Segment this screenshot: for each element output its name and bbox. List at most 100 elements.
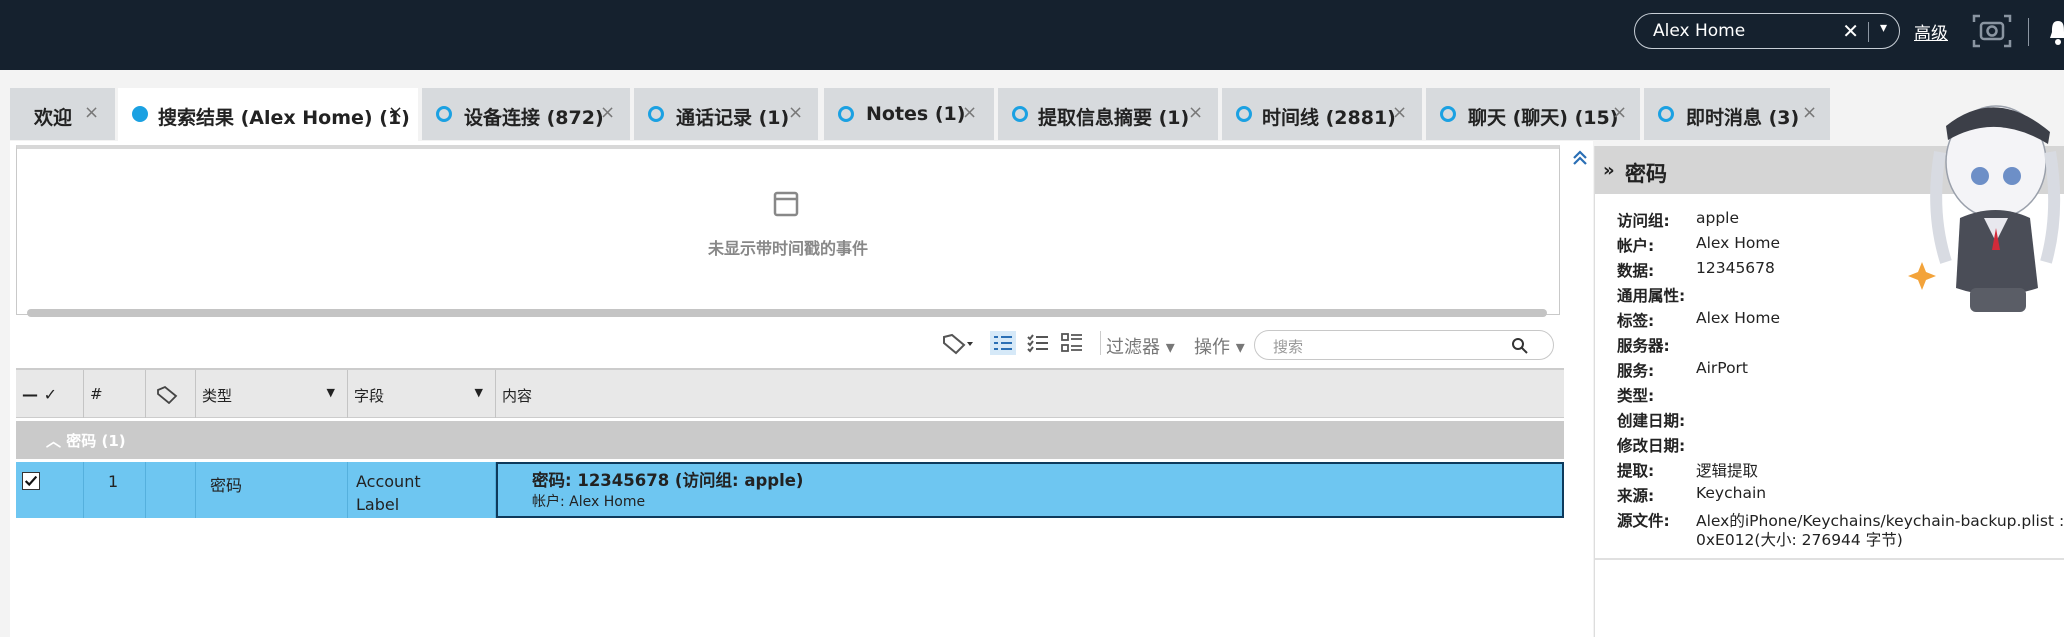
source-file-offset: 0xE012(大小: 276944 字节) — [1696, 531, 1903, 549]
tab-close-icon[interactable]: × — [1612, 102, 1627, 123]
timeline-empty-message: 未显示带时间戳的事件 — [707, 239, 868, 258]
grid-header: — ✓ # 类型 ▼ 字段 ▼ 内容 — [16, 368, 1564, 418]
tab-label: 设备连接 (872) — [464, 107, 604, 129]
row-field-cell: Account Label — [348, 462, 496, 518]
table-row[interactable]: 1 密码 Account Label 密码: 12345678 (访问组: ap… — [16, 462, 1564, 518]
search-divider — [1868, 22, 1869, 42]
column-type[interactable]: 类型 ▼ — [196, 370, 348, 418]
clear-search-icon[interactable]: ✕ — [1842, 19, 1859, 43]
row-type-cell: 密码 — [196, 462, 348, 518]
detail-view-icon[interactable] — [1060, 331, 1084, 355]
details-title: 密码 — [1625, 162, 1667, 186]
detail-key: 源文件: — [1617, 512, 1670, 530]
tab-welcome[interactable]: 欢迎 × — [10, 88, 115, 140]
tab-label: 搜索结果 (Alex Home) (1) — [158, 107, 410, 129]
timeline-scrollbar[interactable] — [27, 309, 1547, 317]
top-bar: Alex Home ✕ ▾ 高级 — [0, 0, 2064, 70]
detail-key: 数据: — [1617, 262, 1655, 280]
column-number-label: # — [90, 385, 103, 403]
row-tag-cell — [146, 462, 196, 518]
collapse-timeline-icon[interactable] — [1571, 149, 1589, 167]
detail-key: 通用属性: — [1617, 287, 1686, 305]
detail-key: 提取: — [1617, 462, 1655, 480]
global-search-value[interactable]: Alex Home — [1653, 21, 1745, 41]
tab-label: 通话记录 (1) — [676, 107, 790, 129]
search-dropdown-icon[interactable]: ▾ — [1880, 20, 1887, 36]
tab-status-dot-icon — [1440, 106, 1456, 122]
global-search-field[interactable]: Alex Home ✕ ▾ — [1634, 13, 1900, 49]
expand-details-icon[interactable]: » — [1603, 160, 1615, 181]
list-view-icon[interactable] — [990, 331, 1016, 355]
column-field[interactable]: 字段 ▼ — [348, 370, 496, 418]
tag-filter-icon[interactable] — [940, 331, 976, 355]
tab-label: 聊天 (聊天) (15) — [1468, 107, 1619, 129]
tab-timeline[interactable]: 时间线 (2881) × — [1222, 88, 1422, 140]
tab-close-icon[interactable]: × — [84, 102, 99, 123]
detail-key: 创建日期: — [1617, 412, 1686, 430]
column-tag[interactable] — [146, 370, 196, 418]
column-content-label: 内容 — [502, 387, 533, 405]
detail-value: Alex Home — [1696, 309, 1781, 327]
tab-search-results[interactable]: 搜索结果 (Alex Home) (1) × — [118, 88, 418, 142]
group-label: ︿ 密码 (1) — [46, 430, 126, 451]
row-content-title: 密码: 12345678 (访问组: apple) — [532, 471, 804, 490]
tab-device-connections[interactable]: 设备连接 (872) × — [422, 88, 630, 140]
tab-label: 提取信息摘要 (1) — [1038, 107, 1190, 129]
details-divider — [1595, 558, 2064, 560]
tab-status-dot-icon — [838, 106, 854, 122]
tab-strip: 欢迎 × 搜索结果 (Alex Home) (1) × 设备连接 (872) ×… — [0, 88, 2064, 142]
toolbar-divider — [1100, 331, 1101, 355]
row-type: 密码 — [210, 476, 243, 495]
column-field-dropdown-icon[interactable]: ▼ — [475, 386, 483, 399]
row-content-cell[interactable]: 密码: 12345678 (访问组: apple) 帐户: Alex Home — [496, 462, 1564, 518]
group-header-password[interactable]: ︿ 密码 (1) — [16, 421, 1564, 459]
row-number-cell: 1 — [84, 462, 146, 518]
tab-label: 时间线 (2881) — [1262, 107, 1396, 129]
column-number[interactable]: # — [84, 370, 146, 418]
tab-notes[interactable]: Notes (1) × — [824, 88, 994, 140]
detail-value: Alex Home — [1696, 234, 1781, 252]
tab-close-icon[interactable]: × — [788, 102, 803, 123]
detail-key: 帐户: — [1617, 237, 1655, 255]
tab-chat[interactable]: 聊天 (聊天) (15) × — [1426, 88, 1640, 140]
screenshot-camera-icon[interactable] — [1972, 14, 2012, 48]
actions-menu-button[interactable]: 操作 ▾ — [1194, 333, 1245, 359]
tab-status-dot-icon — [436, 106, 452, 122]
tab-call-log[interactable]: 通话记录 (1) × — [634, 88, 818, 140]
tab-status-dot-icon — [132, 106, 148, 122]
detail-key: 标签: — [1617, 312, 1655, 330]
detail-key: 服务器: — [1617, 337, 1670, 355]
column-content[interactable]: 内容 — [496, 370, 1564, 418]
tab-status-dot-icon — [1236, 106, 1252, 122]
notification-bell-icon[interactable] — [2048, 18, 2064, 46]
select-all-column[interactable]: — ✓ — [16, 370, 84, 418]
timeline-panel: 未显示带时间戳的事件 — [16, 145, 1560, 317]
detail-value: Keychain — [1696, 484, 1767, 502]
select-all-toggle[interactable]: — ✓ — [22, 385, 57, 404]
tab-instant-messages[interactable]: 即时消息 (3) × — [1644, 88, 1830, 140]
search-icon[interactable] — [1511, 337, 1529, 355]
tab-close-icon[interactable]: × — [600, 102, 615, 123]
checklist-view-icon[interactable] — [1026, 331, 1050, 355]
detail-key: 修改日期: — [1617, 437, 1686, 455]
tab-close-icon[interactable]: × — [388, 102, 403, 123]
detail-key: 类型: — [1617, 387, 1655, 405]
tab-close-icon[interactable]: × — [1802, 102, 1817, 123]
tab-extraction-summary[interactable]: 提取信息摘要 (1) × — [998, 88, 1218, 140]
grid-toolbar: 过滤器 ▾ 操作 ▾ 搜索 — [10, 323, 1570, 363]
row-select-cell[interactable] — [16, 462, 84, 518]
tab-status-dot-icon — [648, 106, 664, 122]
column-type-dropdown-icon[interactable]: ▼ — [327, 386, 335, 399]
group-collapse-icon[interactable]: ︿ — [46, 432, 61, 450]
tab-close-icon[interactable]: × — [1188, 102, 1203, 123]
row-checkbox[interactable] — [22, 472, 40, 490]
detail-value: apple — [1696, 209, 1740, 227]
anime-mascot-image — [1908, 105, 2061, 312]
row-content-subtitle: 帐户: Alex Home — [532, 494, 646, 510]
filter-menu-button[interactable]: 过滤器 ▾ — [1106, 333, 1175, 359]
tab-close-icon[interactable]: × — [962, 102, 977, 123]
tab-close-icon[interactable]: × — [1392, 102, 1407, 123]
grid-search-input[interactable]: 搜索 — [1254, 330, 1554, 360]
grid-search-placeholder: 搜索 — [1273, 338, 1304, 356]
advanced-search-link[interactable]: 高级 — [1914, 19, 1948, 44]
